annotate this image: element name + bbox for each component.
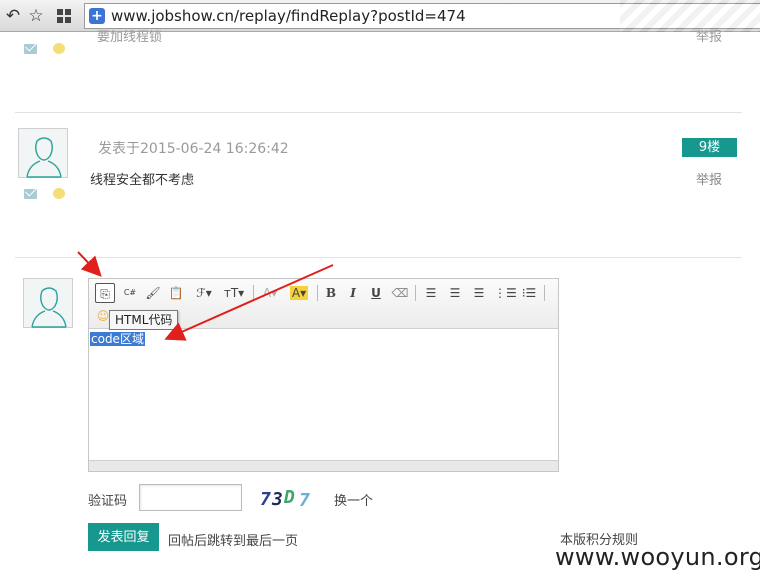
- annotation-arrows: [77, 251, 334, 341]
- star-icon[interactable]: ☆: [25, 5, 47, 27]
- plus-shield-icon: +: [89, 8, 105, 24]
- tab-strip-decoration: [620, 0, 760, 32]
- undo-icon[interactable]: ↶: [2, 5, 24, 27]
- arrow-to-html-icon: [77, 251, 102, 277]
- grid-icon[interactable]: [53, 5, 75, 27]
- arrow-to-code-area: [164, 264, 334, 341]
- url-text[interactable]: www.jobshow.cn/replay/findReplay?postId=…: [111, 7, 466, 25]
- page-content: 要加线程锁 举报 发表于2015-06-24 16:26:42 9楼 线程安全都…: [0, 30, 760, 588]
